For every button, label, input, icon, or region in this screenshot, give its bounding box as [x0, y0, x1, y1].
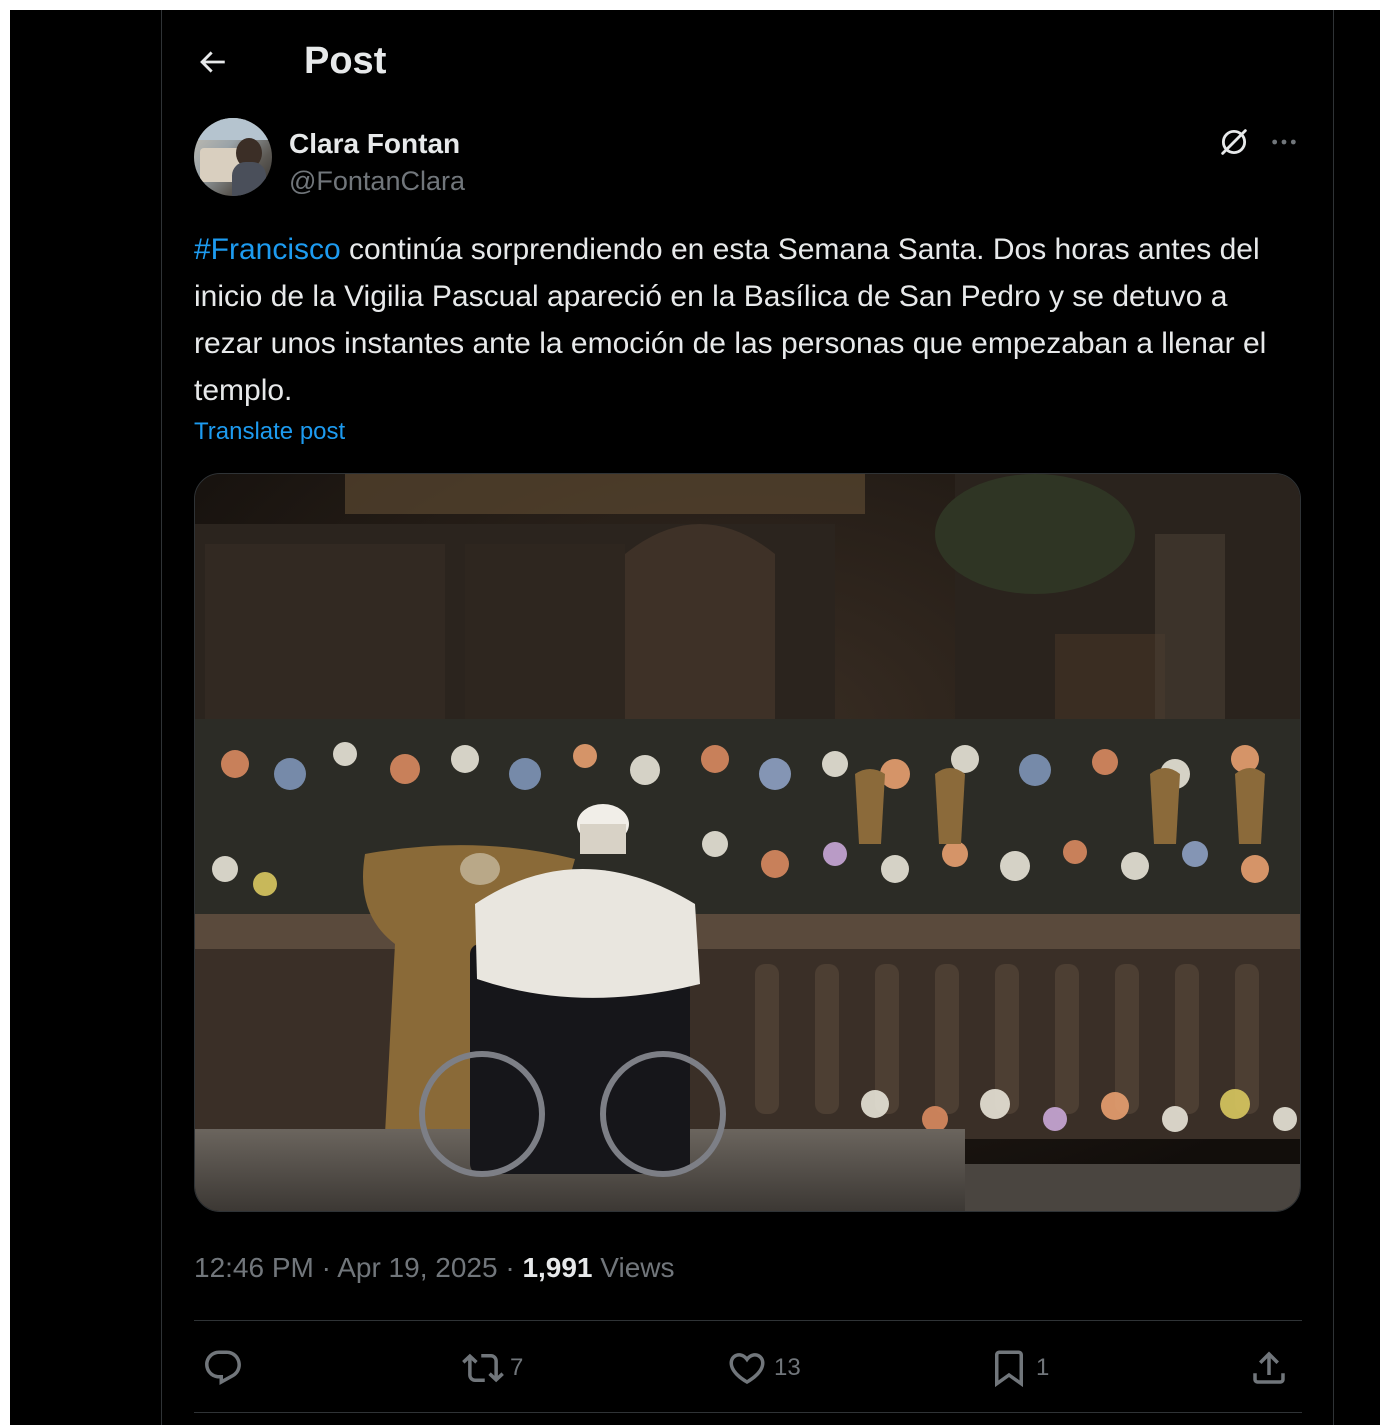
post-text: #Francisco continúa sorprendiendo en est…	[194, 226, 1304, 414]
reply-icon	[205, 1350, 241, 1385]
basilica-photo	[195, 474, 1300, 1211]
like-count: 13	[774, 1354, 801, 1381]
arrow-left-icon	[200, 51, 225, 73]
like-button[interactable]: 13	[726, 1340, 801, 1396]
more-horizontal-icon	[1272, 139, 1296, 145]
heart-icon	[729, 1353, 765, 1385]
avatar[interactable]	[194, 118, 272, 196]
post-image[interactable]	[194, 473, 1301, 1212]
divider	[194, 1320, 1302, 1321]
translate-post-link[interactable]: Translate post	[194, 418, 345, 446]
hashtag-link[interactable]: #Francisco	[194, 233, 341, 266]
page-title: Post	[304, 40, 387, 82]
reply-button[interactable]	[202, 1340, 250, 1396]
post-meta: 12:46 PM · Apr 19, 2025 · 1,991 Views	[194, 1252, 674, 1284]
repost-icon	[462, 1353, 504, 1383]
repost-count: 7	[510, 1354, 524, 1381]
back-button[interactable]	[188, 38, 236, 86]
bookmark-count: 1	[1036, 1354, 1050, 1381]
share-icon	[1253, 1351, 1285, 1384]
action-bar: 7 13 1	[194, 1340, 1302, 1400]
views-label: Views	[600, 1252, 675, 1283]
post-time[interactable]: 12:46 PM	[194, 1252, 314, 1283]
bookmark-icon	[995, 1350, 1023, 1388]
repost-button[interactable]: 7	[462, 1340, 523, 1396]
page-header: Post	[162, 10, 1333, 110]
post-author: Clara Fontan @FontanClara	[194, 118, 1304, 198]
post-column: Post Clara Fontan @FontanClara #Francisc…	[161, 10, 1334, 1425]
divider	[194, 1412, 1302, 1413]
post-date[interactable]: Apr 19, 2025	[337, 1252, 497, 1283]
meta-separator: ·	[313, 1252, 338, 1283]
views-count: 1,991	[522, 1252, 593, 1283]
author-handle[interactable]: @FontanClara	[289, 166, 465, 197]
share-button[interactable]	[1248, 1340, 1290, 1396]
bookmark-button[interactable]: 1	[988, 1340, 1049, 1396]
meta-separator: ·	[497, 1252, 523, 1283]
more-button[interactable]	[1264, 122, 1304, 162]
post-body: continúa sorprendiendo en esta Semana Sa…	[194, 233, 1267, 407]
author-name[interactable]: Clara Fontan	[289, 128, 460, 160]
grok-button[interactable]	[1214, 122, 1254, 162]
grok-icon	[1221, 129, 1247, 155]
app-frame: Post Clara Fontan @FontanClara #Francisc…	[10, 10, 1380, 1425]
